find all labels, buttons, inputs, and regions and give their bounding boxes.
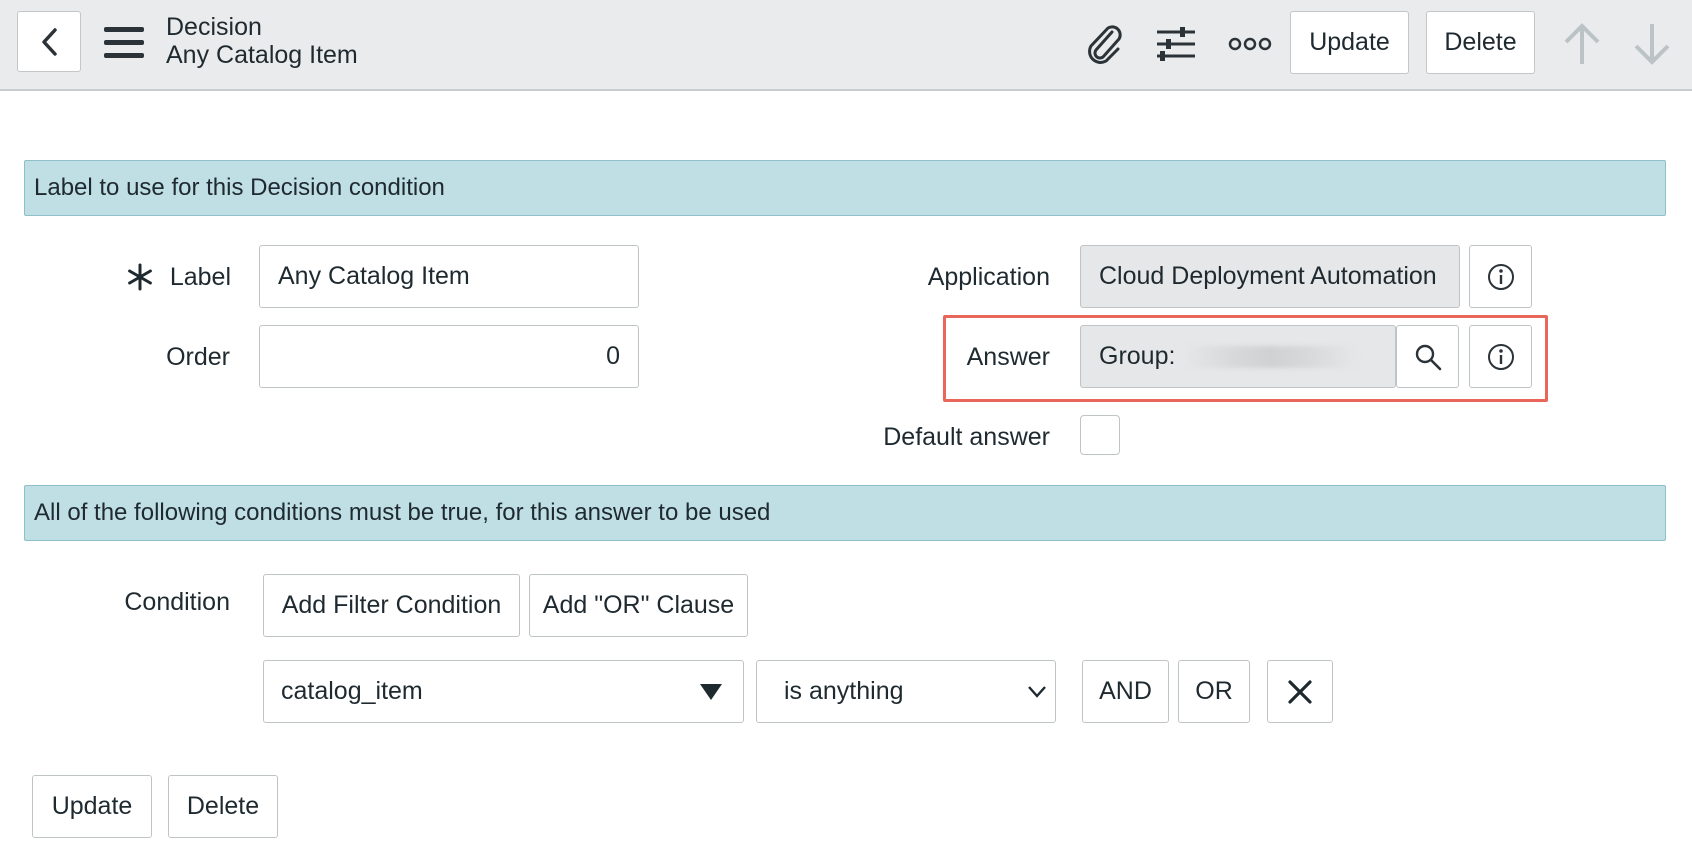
application-input: Cloud Deployment Automation xyxy=(1080,245,1460,308)
add-or-clause-button[interactable]: Add "OR" Clause xyxy=(529,574,748,637)
answer-redacted-value xyxy=(1183,346,1359,369)
application-info-button[interactable] xyxy=(1469,245,1532,308)
more-icon xyxy=(1228,37,1272,51)
record-name-title: Any Catalog Item xyxy=(166,41,358,69)
search-icon xyxy=(1415,344,1441,370)
condition-operator-value: is anything xyxy=(784,677,904,705)
answer-input: Group: xyxy=(1080,325,1396,388)
default-answer-checkbox[interactable] xyxy=(1080,415,1120,455)
application-field-label: Application xyxy=(927,263,1050,291)
answer-lookup-button[interactable] xyxy=(1396,325,1459,388)
paperclip-icon xyxy=(1088,25,1122,64)
condition-field-select[interactable]: catalog_item xyxy=(263,660,744,723)
sliders-icon xyxy=(1157,27,1195,61)
required-icon xyxy=(128,263,152,291)
close-icon xyxy=(1288,679,1312,704)
order-field-label: Order xyxy=(166,343,230,371)
label-input[interactable]: Any Catalog Item xyxy=(259,245,639,308)
arrow-down-icon xyxy=(1634,24,1670,65)
previous-record-button[interactable] xyxy=(1558,20,1606,68)
order-input[interactable]: 0 xyxy=(259,325,639,388)
triangle-down-icon xyxy=(700,684,722,700)
label-field-label: Label xyxy=(169,263,231,291)
section-label-header: Label to use for this Decision condition xyxy=(24,160,1666,216)
add-filter-condition-button[interactable]: Add Filter Condition xyxy=(263,574,520,637)
and-button[interactable]: AND xyxy=(1082,660,1169,723)
answer-value-prefix: Group: xyxy=(1099,342,1176,370)
default-answer-field-label: Default answer xyxy=(883,423,1050,451)
info-icon xyxy=(1487,343,1514,370)
header-update-button[interactable]: Update xyxy=(1290,11,1409,74)
personalize-button[interactable] xyxy=(1152,20,1200,68)
or-button[interactable]: OR xyxy=(1178,660,1250,723)
info-icon xyxy=(1487,263,1514,290)
arrow-up-icon xyxy=(1564,23,1600,64)
back-button[interactable] xyxy=(17,11,81,72)
back-icon xyxy=(42,27,57,56)
footer-delete-button[interactable]: Delete xyxy=(168,775,278,838)
menu-icon[interactable] xyxy=(104,26,144,60)
remove-condition-button[interactable] xyxy=(1267,660,1333,723)
condition-field-label: Condition xyxy=(124,588,230,616)
next-record-button[interactable] xyxy=(1628,20,1676,68)
chevron-down-icon xyxy=(1028,686,1046,698)
answer-info-button[interactable] xyxy=(1469,325,1532,388)
answer-field-label: Answer xyxy=(966,343,1050,371)
more-options-button[interactable] xyxy=(1226,20,1274,68)
condition-field-value: catalog_item xyxy=(281,677,423,705)
attachment-button[interactable] xyxy=(1080,20,1128,68)
footer-update-button[interactable]: Update xyxy=(32,775,152,838)
record-type-title: Decision xyxy=(166,13,262,41)
form-header: Decision Any Catalog Item Update Delete xyxy=(0,0,1692,91)
header-delete-button[interactable]: Delete xyxy=(1426,11,1535,74)
section-conditions-header: All of the following conditions must be … xyxy=(24,485,1666,541)
condition-operator-select[interactable]: is anything xyxy=(756,660,1056,723)
